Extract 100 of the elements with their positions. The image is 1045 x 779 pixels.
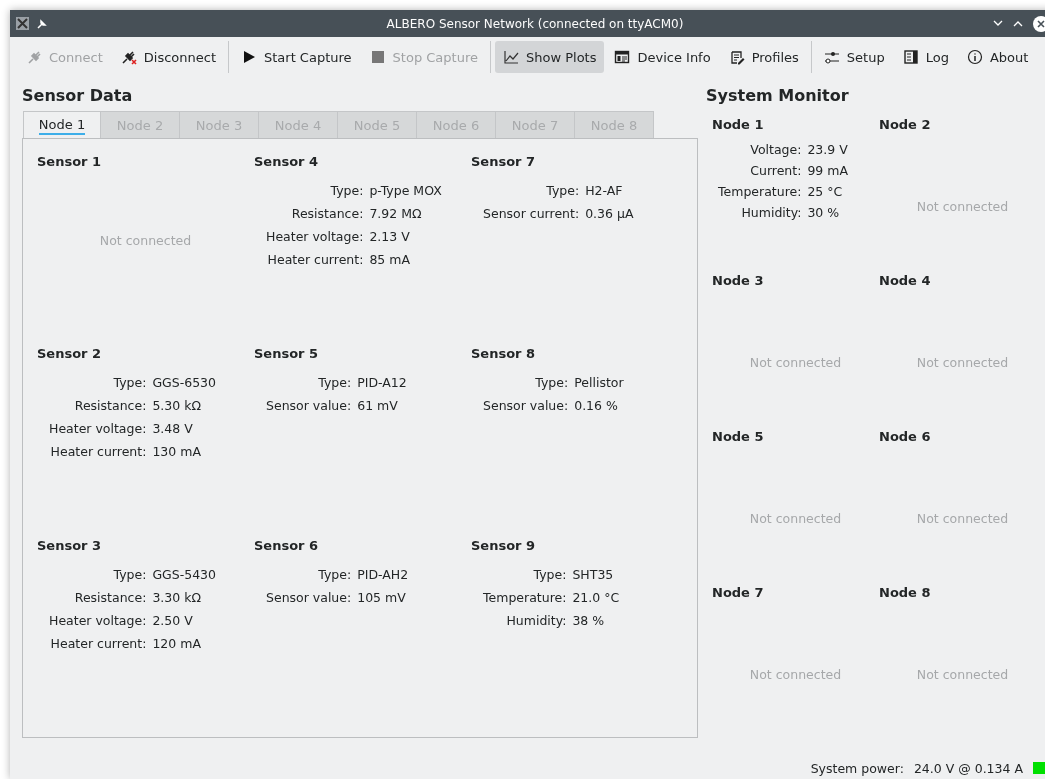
field-label: Type:	[534, 375, 569, 390]
field-value: 99 mA	[807, 163, 848, 178]
field-label: Heater current:	[49, 636, 147, 651]
toolbar-button[interactable]: About	[958, 41, 1037, 73]
sensor-title: Sensor 2	[37, 346, 103, 361]
sliders-icon	[823, 49, 840, 65]
field-label: Heater current:	[266, 252, 364, 267]
field-value: 2.50 V	[152, 613, 194, 628]
field-label: Temperature:	[483, 590, 567, 605]
field-label: Type:	[112, 375, 147, 390]
sensor-title: Node 2	[879, 117, 932, 132]
field-label: Resistance:	[290, 206, 364, 221]
sensor-title: Sensor 3	[37, 538, 103, 553]
field-label: Sensor value:	[483, 398, 569, 413]
field-label: Humidity:	[740, 205, 802, 220]
field-label: Resistance:	[73, 590, 147, 605]
sensor-title: Node 5	[712, 429, 765, 444]
field-value: 30 %	[807, 205, 841, 220]
sensor-title: Node 8	[879, 585, 932, 600]
status-label: System power:	[810, 760, 904, 776]
field-value: SHT35	[572, 567, 615, 582]
section-title: Sensor Data	[22, 86, 134, 105]
field-label: Heater voltage:	[266, 229, 364, 244]
field-value: 105 mV	[357, 590, 407, 605]
field-label: Type:	[317, 375, 352, 390]
sensor-title: Node 4	[879, 273, 932, 288]
field-value: 0.36 µA	[585, 206, 634, 221]
field-label: Humidity:	[505, 613, 567, 628]
field-label: Sensor current:	[483, 206, 580, 221]
field-value: 61 mV	[357, 398, 399, 413]
field-label: Temperature:	[718, 184, 802, 199]
field-value: PID-A12	[357, 375, 407, 390]
sensor-title: Node 1	[712, 117, 765, 132]
toolbar-button[interactable]: Log	[894, 41, 957, 73]
field-label: Resistance:	[73, 398, 147, 413]
toolbar-button[interactable]: Show Plots	[494, 41, 605, 73]
window-title: ALBERO Sensor Network (connected on ttyACM0)	[385, 16, 685, 31]
minimize-icon[interactable]	[993, 20, 1003, 27]
sensor-title: Node 6	[879, 429, 932, 444]
field-value: 3.30 kΩ	[152, 590, 202, 605]
plug-icon	[26, 49, 42, 65]
field-label: Type:	[532, 567, 567, 582]
field-label: Current:	[749, 163, 802, 178]
stop-icon	[369, 49, 386, 65]
field-value: 130 mA	[152, 444, 202, 459]
field-value: 38 %	[572, 613, 606, 628]
toolbar-button[interactable]: Start Capture	[233, 41, 360, 73]
panel-icon	[614, 49, 631, 65]
status-text: Not connected	[916, 667, 1009, 682]
field-value: 25 °C	[807, 184, 844, 199]
status-text: Not connected	[916, 511, 1009, 526]
toolbar-button[interactable]: Disconnect	[112, 41, 224, 73]
field-label: Type:	[329, 183, 364, 198]
field-value: 3.48 V	[152, 421, 194, 436]
app-icon	[16, 17, 29, 30]
sensor-title: Node 3	[712, 273, 765, 288]
log-icon	[902, 49, 919, 65]
section-title: System Monitor	[706, 86, 850, 105]
field-value: 5.30 kΩ	[152, 398, 202, 413]
field-value: 21.0 °C	[572, 590, 620, 605]
node-tab[interactable]: Node 1	[23, 111, 101, 138]
field-value: p-Type MOX	[369, 183, 442, 198]
field-value: PID-AH2	[357, 567, 409, 582]
field-value: 0.16 %	[574, 398, 619, 413]
maximize-icon[interactable]	[1013, 20, 1023, 27]
field-value: GGS-5430	[152, 567, 216, 582]
sensor-title: Node 7	[712, 585, 765, 600]
field-label: Type:	[545, 183, 580, 198]
notepad-icon	[728, 49, 745, 65]
info-icon	[966, 49, 983, 65]
status-text: Not connected	[916, 355, 1009, 370]
sensor-title: Sensor 1	[37, 154, 103, 169]
sensor-title: Sensor 5	[254, 346, 320, 361]
status-text: Not connected	[749, 355, 842, 370]
sensor-title: Sensor 8	[471, 346, 537, 361]
field-label: Heater current:	[49, 444, 147, 459]
field-label: Heater voltage:	[49, 613, 147, 628]
field-label: Sensor value:	[266, 398, 352, 413]
toolbar-button[interactable]: Setup	[815, 41, 893, 73]
field-value: 2.13 V	[369, 229, 411, 244]
field-label: Heater voltage:	[49, 421, 147, 436]
status-text: Not connected	[916, 199, 1009, 214]
unplug-icon	[120, 49, 137, 65]
status-text: Not connected	[749, 667, 842, 682]
pin-icon[interactable]	[37, 18, 47, 29]
close-icon[interactable]	[1033, 15, 1045, 32]
toolbar-button[interactable]: Device Info	[606, 41, 719, 73]
status-text: Not connected	[99, 233, 192, 248]
field-value: Pellistor	[574, 375, 624, 390]
field-value: 7.92 MΩ	[369, 206, 423, 221]
field-value: 23.9 V	[807, 142, 848, 157]
chart-icon	[502, 49, 519, 65]
field-value: 120 mA	[152, 636, 202, 651]
field-label: Sensor value:	[266, 590, 352, 605]
field-label: Type:	[112, 567, 147, 582]
field-value: H2-AF	[585, 183, 624, 198]
field-label: Type:	[317, 567, 352, 582]
toolbar-button[interactable]: Profiles	[720, 41, 807, 73]
status-value: 24.0 V @ 0.134 A	[913, 760, 1023, 776]
sensor-title: Sensor 6	[254, 538, 320, 553]
